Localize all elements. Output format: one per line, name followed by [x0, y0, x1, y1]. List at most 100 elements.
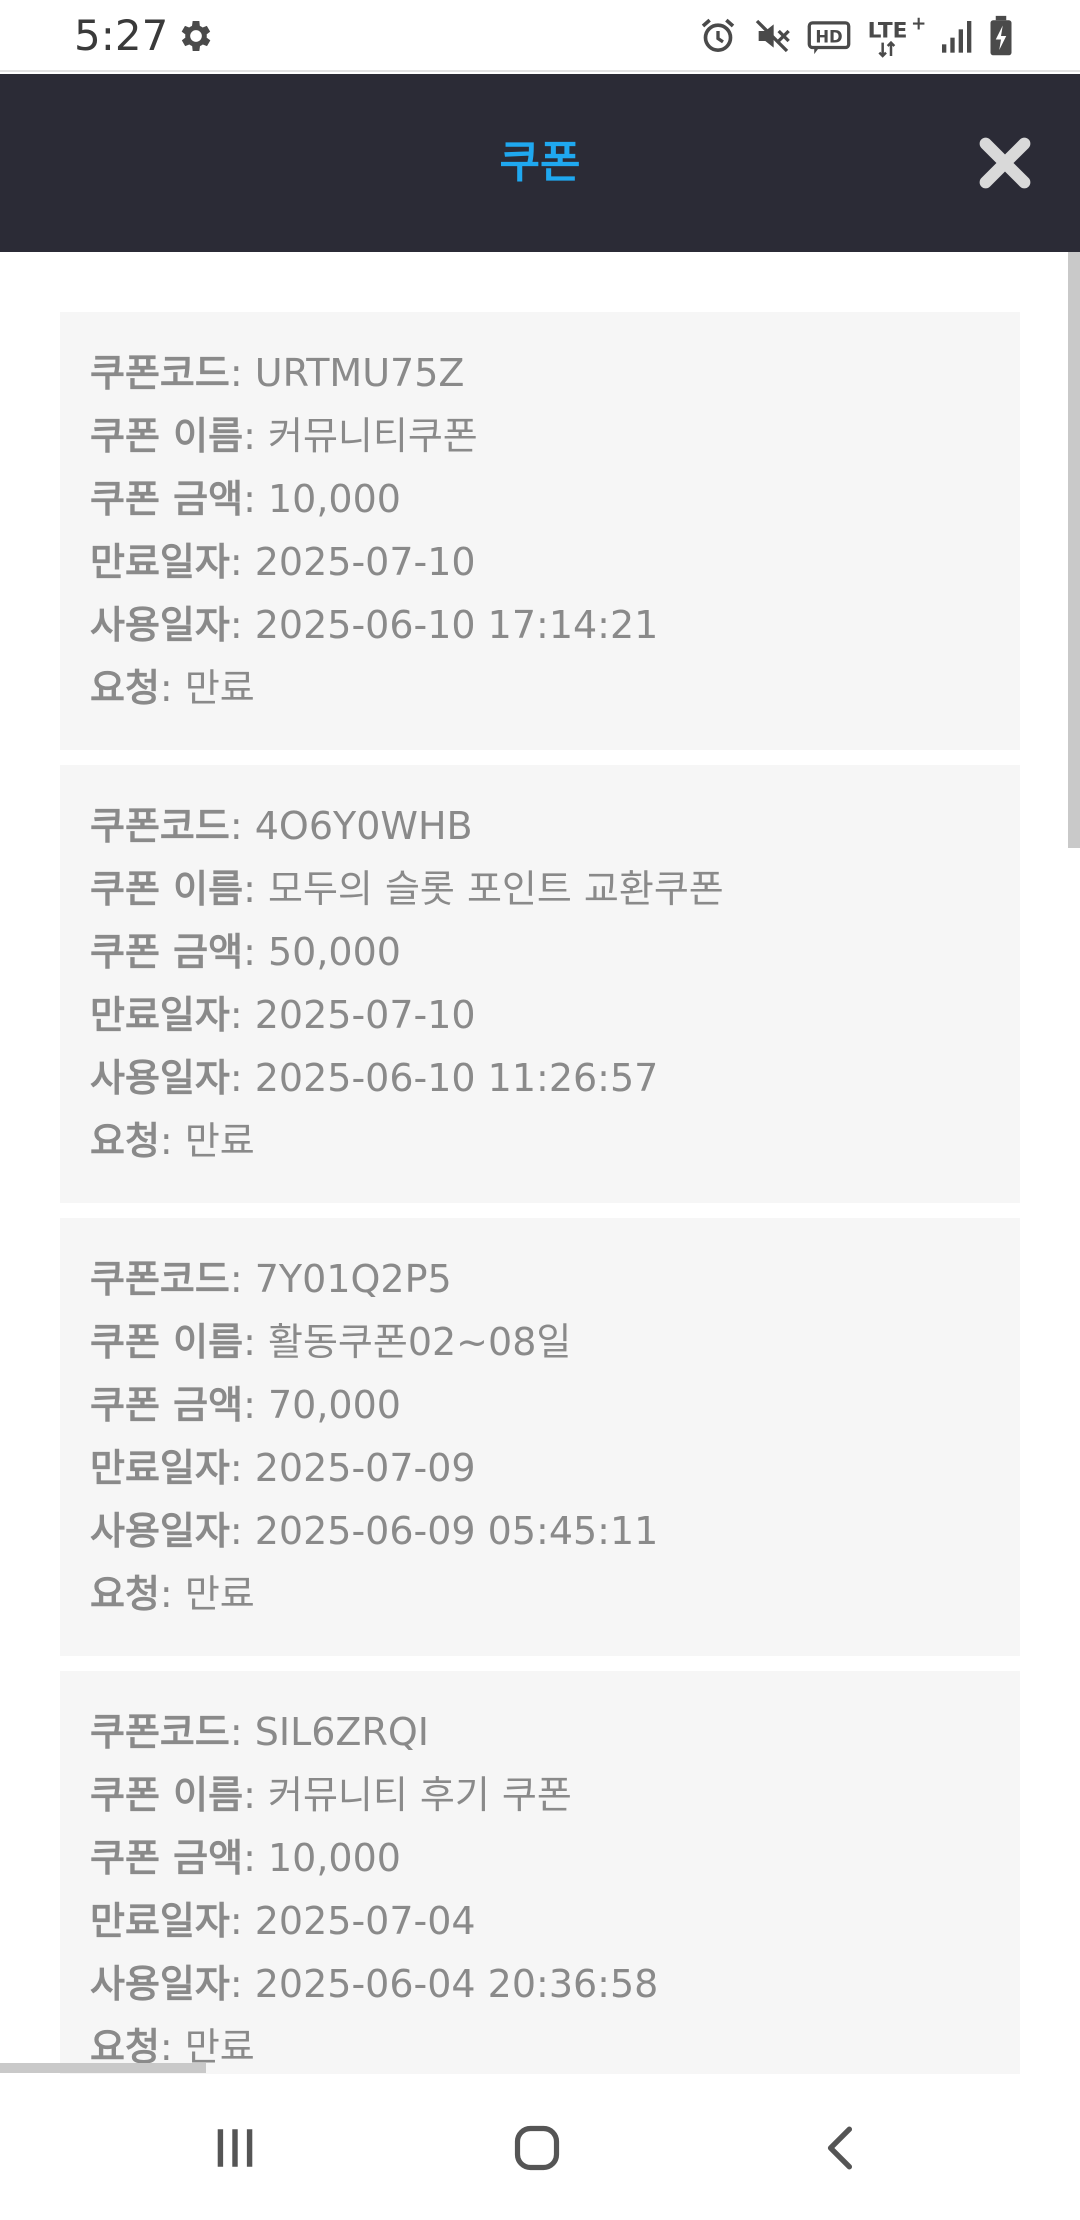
- home-icon: [514, 2125, 560, 2171]
- coupon-amount-value: 10,000: [267, 1836, 401, 1880]
- separator: :: [229, 1710, 243, 1754]
- status-time: 5:27: [74, 11, 169, 60]
- coupon-used-label: 사용일자: [90, 1056, 230, 1100]
- coupon-name-value: 커뮤니티쿠폰: [267, 414, 478, 458]
- coupon-amount-row: 쿠폰 금액: 70,000: [90, 1374, 990, 1437]
- coupon-name-value: 커뮤니티 후기 쿠폰: [267, 1773, 572, 1817]
- coupon-status-row: 요청: 만료: [90, 2016, 990, 2074]
- recent-apps-icon: [217, 2129, 253, 2167]
- coupon-amount-value: 50,000: [267, 930, 401, 974]
- coupon-name-label: 쿠폰 이름: [90, 1320, 244, 1364]
- separator: :: [243, 867, 256, 911]
- separator: :: [229, 1509, 243, 1553]
- coupon-amount-label: 쿠폰 금액: [90, 1836, 244, 1880]
- coupon-list[interactable]: 쿠폰코드: URTMU75Z 쿠폰 이름: 커뮤니티쿠폰 쿠폰 금액: 10,0…: [0, 252, 1080, 2074]
- coupon-name-label: 쿠폰 이름: [90, 414, 244, 458]
- home-button[interactable]: [492, 2110, 582, 2186]
- coupon-code-row: 쿠폰코드: SIL6ZRQI: [90, 1701, 990, 1764]
- coupon-expiry-label: 만료일자: [90, 540, 230, 584]
- coupon-code-value: 7Y01Q2P5: [254, 1257, 452, 1301]
- coupon-used-row: 사용일자: 2025-06-04 20:36:58: [90, 1953, 990, 2016]
- coupon-status-label: 요청: [90, 666, 160, 710]
- gear-icon: [181, 21, 211, 51]
- separator: :: [243, 930, 256, 974]
- hd-icon: HD: [807, 21, 851, 55]
- separator: :: [229, 540, 243, 584]
- lte-text: LTE: [868, 19, 908, 44]
- coupon-status-row: 요청: 만료: [90, 1110, 990, 1173]
- separator: :: [159, 666, 173, 710]
- separator: :: [229, 1899, 243, 1943]
- coupon-expiry-row: 만료일자: 2025-07-09: [90, 1437, 990, 1500]
- coupon-amount-value: 10,000: [267, 477, 401, 521]
- close-icon[interactable]: [976, 134, 1034, 192]
- coupon-name-label: 쿠폰 이름: [90, 1773, 244, 1817]
- separator: :: [159, 1119, 173, 1163]
- separator: :: [229, 993, 243, 1037]
- coupon-amount-label: 쿠폰 금액: [90, 930, 244, 974]
- coupon-used-value: 2025-06-04 20:36:58: [254, 1962, 659, 2006]
- separator: :: [243, 1383, 256, 1427]
- coupon-code-value: URTMU75Z: [254, 351, 465, 395]
- coupon-amount-row: 쿠폰 금액: 10,000: [90, 468, 990, 531]
- back-button[interactable]: [796, 2110, 886, 2186]
- signal-icon: [942, 21, 972, 53]
- separator: :: [243, 414, 256, 458]
- coupon-code-label: 쿠폰코드: [90, 1257, 230, 1301]
- separator: :: [229, 1056, 243, 1100]
- coupon-expiry-value: 2025-07-10: [254, 993, 476, 1037]
- coupon-code-value: 4O6Y0WHB: [254, 804, 473, 848]
- coupon-expiry-label: 만료일자: [90, 1899, 230, 1943]
- separator: :: [229, 1446, 243, 1490]
- coupon-code-row: 쿠폰코드: 7Y01Q2P5: [90, 1248, 990, 1311]
- coupon-expiry-value: 2025-07-04: [254, 1899, 476, 1943]
- coupon-amount-row: 쿠폰 금액: 50,000: [90, 921, 990, 984]
- coupon-amount-value: 70,000: [267, 1383, 401, 1427]
- alarm-icon: [701, 18, 735, 53]
- separator: :: [229, 351, 243, 395]
- coupon-code-label: 쿠폰코드: [90, 351, 230, 395]
- coupon-used-row: 사용일자: 2025-06-10 11:26:57: [90, 1047, 990, 1110]
- separator: :: [229, 1257, 243, 1301]
- coupon-code-row: 쿠폰코드: URTMU75Z: [90, 342, 990, 405]
- coupon-expiry-label: 만료일자: [90, 993, 230, 1037]
- coupon-expiry-value: 2025-07-09: [254, 1446, 476, 1490]
- coupon-card: 쿠폰코드: 4O6Y0WHB 쿠폰 이름: 모두의 슬롯 포인트 교환쿠폰 쿠폰…: [60, 765, 1020, 1203]
- navigation-bar: [0, 2074, 1080, 2220]
- separator: :: [243, 1320, 256, 1364]
- separator: :: [229, 1962, 243, 2006]
- coupon-code-value: SIL6ZRQI: [254, 1710, 429, 1754]
- hd-text: HD: [815, 28, 842, 47]
- coupon-code-label: 쿠폰코드: [90, 1710, 230, 1754]
- coupon-code-label: 쿠폰코드: [90, 804, 230, 848]
- separator: :: [229, 603, 243, 647]
- coupon-name-row: 쿠폰 이름: 모두의 슬롯 포인트 교환쿠폰: [90, 858, 990, 921]
- mute-icon: [755, 19, 790, 53]
- coupon-used-label: 사용일자: [90, 1962, 230, 2006]
- coupon-expiry-row: 만료일자: 2025-07-10: [90, 531, 990, 594]
- vertical-scrollbar[interactable]: [1068, 252, 1080, 848]
- coupon-status-row: 요청: 만료: [90, 1563, 990, 1626]
- coupon-code-row: 쿠폰코드: 4O6Y0WHB: [90, 795, 990, 858]
- coupon-expiry-label: 만료일자: [90, 1446, 230, 1490]
- separator: :: [243, 477, 256, 521]
- coupon-name-value: 모두의 슬롯 포인트 교환쿠폰: [267, 867, 724, 911]
- lte-plus-text: +: [911, 14, 926, 34]
- back-icon: [827, 2126, 853, 2170]
- coupon-used-label: 사용일자: [90, 1509, 230, 1553]
- status-bar: 5:27 HD LTE +: [0, 0, 1080, 72]
- status-icons: HD LTE +: [698, 12, 1014, 60]
- coupon-used-row: 사용일자: 2025-06-10 17:14:21: [90, 594, 990, 657]
- coupon-used-label: 사용일자: [90, 603, 230, 647]
- page-title: 쿠폰: [499, 137, 581, 188]
- separator: :: [243, 1773, 256, 1817]
- lte-plus-icon: LTE +: [868, 14, 926, 58]
- horizontal-scrollbar[interactable]: [0, 2063, 206, 2073]
- coupon-expiry-row: 만료일자: 2025-07-10: [90, 984, 990, 1047]
- separator: :: [243, 1836, 256, 1880]
- coupon-name-label: 쿠폰 이름: [90, 867, 244, 911]
- battery-charging-icon: [990, 15, 1012, 56]
- coupon-status-value: 만료: [184, 1572, 255, 1616]
- recent-apps-button[interactable]: [190, 2110, 280, 2186]
- coupon-name-row: 쿠폰 이름: 커뮤니티쿠폰: [90, 405, 990, 468]
